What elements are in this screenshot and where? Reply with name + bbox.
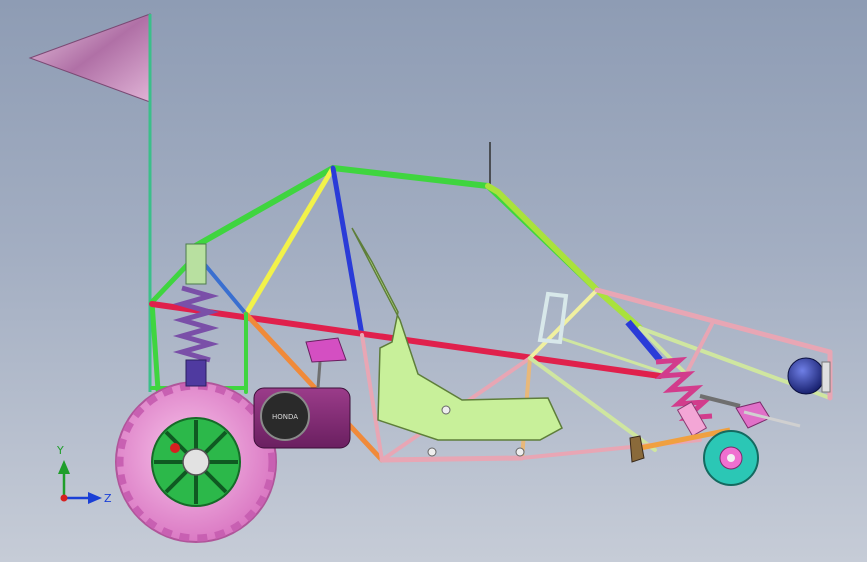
headlamp[interactable]	[787, 357, 831, 395]
tube-rear-upright[interactable]	[149, 259, 193, 393]
rear-shock-spring[interactable]	[172, 285, 220, 363]
engine-assembly[interactable]: HONDA	[253, 337, 351, 449]
triad-z-arrowhead	[88, 492, 102, 504]
flag-assembly[interactable]	[28, 13, 152, 392]
triad-z-label: Z	[104, 492, 112, 505]
tube-floor[interactable]	[379, 455, 525, 463]
rear-brake-caliper[interactable]	[170, 443, 180, 453]
flag[interactable]	[28, 13, 151, 103]
tube-nose-diagonal[interactable]	[684, 322, 714, 376]
triad-origin	[60, 494, 68, 502]
triad-y-label: Y	[56, 444, 64, 457]
rear-wheel[interactable]	[115, 381, 277, 543]
engine-intake-box[interactable]	[305, 337, 347, 363]
rear-shock-top-mount[interactable]	[185, 243, 207, 285]
engine-badge: HONDA	[272, 413, 298, 421]
engine-intake-pipe	[316, 361, 322, 389]
seat-bolt-1	[441, 405, 451, 415]
front-hub-bolt	[727, 454, 735, 462]
front-wheel-hub-assembly[interactable]	[703, 401, 801, 486]
rear-hub[interactable]	[182, 448, 210, 476]
seat-bolt-2	[427, 447, 437, 457]
headlamp-mount	[821, 361, 831, 393]
triad-y-arrowhead	[58, 460, 70, 474]
seat-bolt-3	[515, 447, 525, 457]
axis-triad: Y Z	[56, 444, 112, 505]
rear-shock-body[interactable]	[185, 359, 207, 387]
buggy-assembly-model[interactable]: HONDA Y Z	[0, 0, 867, 562]
rear-shock-absorber[interactable]	[172, 243, 220, 387]
headlamp-dome[interactable]	[787, 357, 825, 395]
cad-viewport[interactable]: HONDA Y Z	[0, 0, 867, 562]
tube-main-diagonal-blue[interactable]	[330, 165, 365, 338]
